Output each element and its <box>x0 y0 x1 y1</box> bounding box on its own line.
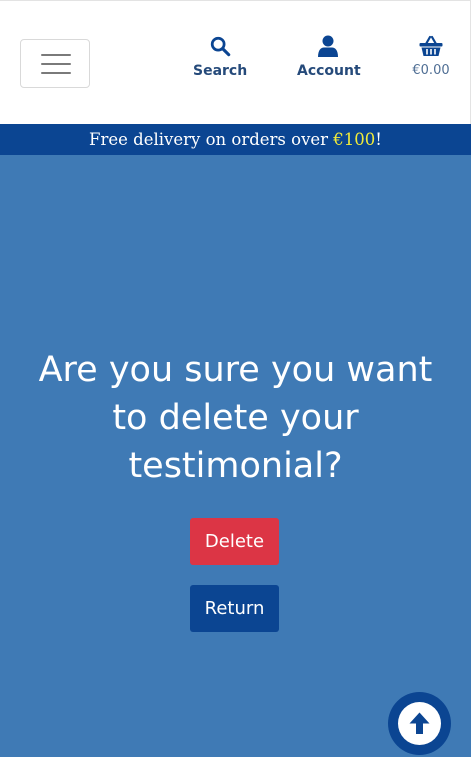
return-button[interactable]: Return <box>190 585 279 632</box>
arrow-up-icon <box>409 712 430 734</box>
account-link[interactable]: Account <box>297 35 361 79</box>
basket-total: €0.00 <box>412 63 450 78</box>
banner-text-end: ! <box>375 130 382 149</box>
scroll-to-top-inner <box>398 702 441 745</box>
account-label: Account <box>297 63 361 79</box>
hamburger-menu-icon-bar <box>41 72 71 74</box>
delete-button[interactable]: Delete <box>190 518 279 565</box>
free-delivery-banner: Free delivery on orders over €100! <box>0 124 471 155</box>
menu-toggle-button[interactable] <box>20 39 90 88</box>
hamburger-menu-icon-bar <box>41 63 71 65</box>
search-label: Search <box>193 63 248 79</box>
search-icon <box>210 36 231 57</box>
site-header: Search Account €0.00 <box>0 0 471 124</box>
banner-text: Free delivery on orders over <box>89 130 334 149</box>
user-icon <box>318 35 338 57</box>
basket-icon <box>419 35 443 56</box>
delete-confirmation-question: Are you sure you want to delete your tes… <box>38 350 433 486</box>
basket-link[interactable]: €0.00 <box>410 35 452 78</box>
banner-highlight: €100 <box>333 130 376 149</box>
scroll-to-top-button[interactable] <box>388 692 451 755</box>
search-link[interactable]: Search <box>193 35 247 79</box>
hamburger-menu-icon <box>41 54 71 56</box>
